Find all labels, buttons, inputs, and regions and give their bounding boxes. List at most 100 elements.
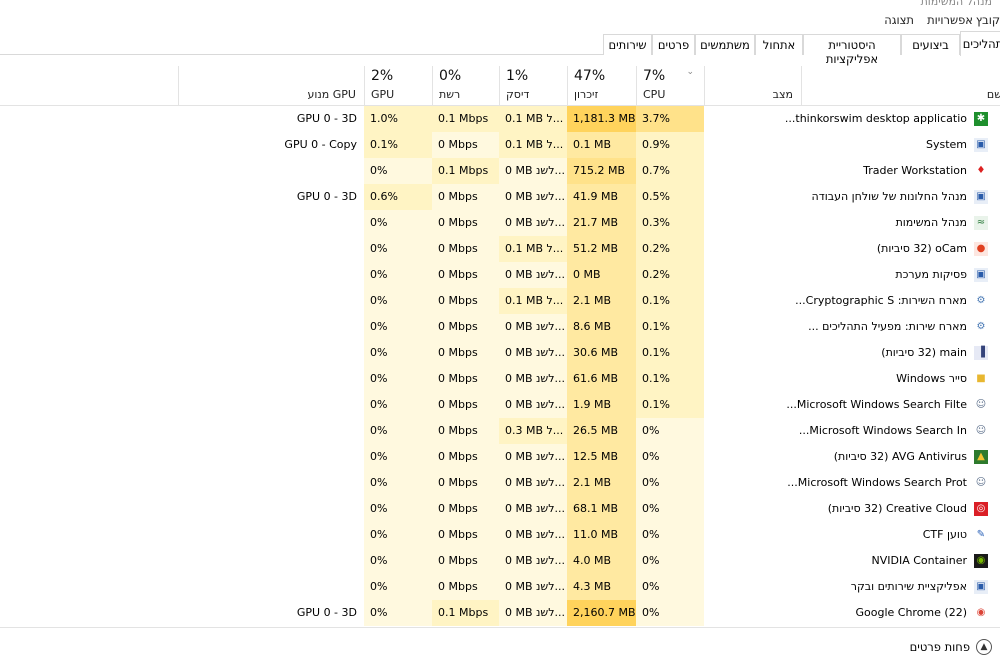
column-header-cpu[interactable]: ⌄ 7% CPU xyxy=(636,66,704,106)
column-header-gpu-engine-label: מנוע GPU xyxy=(307,88,356,101)
cpu-value: 0.7% xyxy=(636,158,704,184)
gpu-value: 0% xyxy=(364,496,432,522)
memory-value: 12.5 MB xyxy=(567,444,636,470)
process-name: טוען CTF xyxy=(922,528,967,541)
notepad-icon: ✎ xyxy=(976,529,986,540)
column-header-cpu-label: CPU xyxy=(643,88,666,101)
process-row[interactable]: main (32 סיביות) 0.1% 30.6 MB 0 MB לשנ... 0 … xyxy=(0,340,1000,366)
menu-options[interactable]: אפשרויות xyxy=(927,13,973,27)
disk-value: 0.1 MB ל... xyxy=(499,288,567,314)
disk-total-percent: 1% xyxy=(506,68,529,84)
column-header-name[interactable]: שם xyxy=(801,66,1000,106)
column-header-memory[interactable]: 47% זיכרון xyxy=(567,66,636,106)
process-row[interactable]: NVIDIA Container 0% 4.0 MB 0 MB לשנ... 0 Mbp… xyxy=(0,548,1000,574)
gpu-engine-value xyxy=(180,496,364,522)
column-header-network-label: רשת xyxy=(439,88,461,101)
tab-startup[interactable]: אתחול xyxy=(755,34,803,55)
process-row[interactable]: Google Chrome (22) 0% 2,160.7 MB 0 MB לשנ..… xyxy=(0,600,1000,626)
process-row[interactable]: אפליקציית שירותים ובקר 0% 4.3 MB 0 MB לשנ..… xyxy=(0,574,1000,600)
process-row[interactable]: AVG Antivirus (32 סיביות) 0% 12.5 MB 0 MB ל… xyxy=(0,444,1000,470)
process-name: Trader Workstation xyxy=(863,164,967,177)
tab-services[interactable]: שירותים xyxy=(603,34,652,55)
cpu-total-percent: 7% xyxy=(643,68,666,84)
memory-value: 4.0 MB xyxy=(567,548,636,574)
task-manager-icon: ≈ xyxy=(974,216,988,230)
column-header-gpu[interactable]: 2% GPU xyxy=(364,66,432,106)
gpu-value: 0% xyxy=(364,314,432,340)
network-total-percent: 0% xyxy=(439,68,462,84)
cpu-value: 0.1% xyxy=(636,366,704,392)
menu-view[interactable]: תצוגה xyxy=(884,13,914,27)
memory-value: 4.3 MB xyxy=(567,574,636,600)
gpu-value: 0% xyxy=(364,444,432,470)
gpu-value: 0% xyxy=(364,522,432,548)
gpu-engine-value: GPU 0 - 3D xyxy=(296,606,357,619)
process-row[interactable]: System 0.9% 0.1 MB 0.1 MB ל... 0 Mbps 0.1% GPU… xyxy=(0,132,1000,158)
disk-value: 0.3 MB ל... xyxy=(499,418,567,444)
cpu-value: 0% xyxy=(636,418,704,444)
tab-details[interactable]: פרטים xyxy=(652,34,695,55)
bars-icon: ▐ xyxy=(974,346,988,360)
column-header-status[interactable]: מצב xyxy=(704,66,801,106)
process-row[interactable]: מארח השירות: Cryptographic S... 0.1% 2.1 M… xyxy=(0,288,1000,314)
process-row[interactable]: מנהל החלונות של שולחן העבודה 0.5% 41.9 MB 0… xyxy=(0,184,1000,210)
cpu-value: 0% xyxy=(636,444,704,470)
process-name: פסיקות מערכת xyxy=(895,268,967,281)
tab-performance[interactable]: ביצועים xyxy=(901,34,960,55)
gpu-engine-value xyxy=(180,392,364,418)
process-name: מנהל החלונות של שולחן העבודה xyxy=(811,190,967,203)
network-value: 0 Mbps xyxy=(432,288,499,314)
window-icon: ▣ xyxy=(974,138,988,152)
process-row[interactable]: פסיקות מערכת 0.2% 0 MB 0 MB לשנ... 0 Mbps 0% ▣ xyxy=(0,262,1000,288)
gear-icon: ⚙ xyxy=(976,295,986,306)
gpu-value: 0.6% xyxy=(364,184,432,210)
gpu-value: 0% xyxy=(364,470,432,496)
network-value: 0.1 Mbps xyxy=(432,106,499,132)
process-row[interactable]: סייר Windows 0.1% 61.6 MB 0 MB לשנ... 0 Mbps… xyxy=(0,366,1000,392)
gpu-engine-value xyxy=(180,444,364,470)
search-user-icon: ☺ xyxy=(975,425,987,436)
tab-users[interactable]: משתמשים xyxy=(695,34,755,55)
gear-icon: ⚙ xyxy=(976,321,986,332)
chevron-up-icon: ▲ xyxy=(976,639,992,655)
window-icon: ▣ xyxy=(974,190,988,204)
column-header-gpu-engine[interactable]: מנוע GPU xyxy=(178,66,364,106)
fewer-details-button[interactable]: פחות פרטים ▲ xyxy=(910,638,992,656)
column-header-disk[interactable]: 1% דיסק xyxy=(499,66,567,106)
process-row[interactable]: Microsoft Windows Search Filte... 0.1% 1.9… xyxy=(0,392,1000,418)
process-row[interactable]: מנהל המשימות 0.3% 21.7 MB 0 MB לשנ... 0 Mbps… xyxy=(0,210,1000,236)
process-row[interactable]: Creative Cloud (32 סיביות) 0% 68.1 MB 0 MB … xyxy=(0,496,1000,522)
process-name: אפליקציית שירותים ובקר xyxy=(850,580,967,593)
process-row[interactable]: thinkorswim desktop applicatio... 3.7% 1,1… xyxy=(0,106,1000,132)
process-row[interactable]: Microsoft Windows Search Prot... 0% 2.1 MB… xyxy=(0,470,1000,496)
menu-file[interactable]: קובץ xyxy=(976,13,1000,27)
process-row[interactable]: Trader Workstation 0.7% 715.2 MB 0 MB לשנ..… xyxy=(0,158,1000,184)
disk-value: 0 MB לשנ... xyxy=(499,340,567,366)
cpu-value: 0% xyxy=(636,496,704,522)
disk-value: 0 MB לשנ... xyxy=(499,314,567,340)
cpu-value: 0% xyxy=(636,522,704,548)
tab-app-history[interactable]: היסטוריית אפליקציות xyxy=(803,34,901,66)
process-row[interactable]: Microsoft Windows Search In... 0% 26.5 MB 0… xyxy=(0,418,1000,444)
gpu-value: 0% xyxy=(364,288,432,314)
column-header-gpu-label: GPU xyxy=(371,88,395,101)
cpu-value: 0.1% xyxy=(636,288,704,314)
column-header-disk-label: דיסק xyxy=(506,88,530,101)
nvidia-icon: ◉ xyxy=(974,554,988,568)
gpu-engine-value xyxy=(180,288,364,314)
memory-value: 21.7 MB xyxy=(567,210,636,236)
gpu-engine-value: GPU 0 - 3D xyxy=(296,190,357,203)
gpu-value: 0% xyxy=(364,574,432,600)
gpu-value: 0% xyxy=(364,392,432,418)
memory-value: 68.1 MB xyxy=(567,496,636,522)
process-name: AVG Antivirus (32 סיביות) xyxy=(833,450,967,463)
window-icon: ▣ xyxy=(974,268,988,282)
process-row[interactable]: טוען CTF 0% 11.0 MB 0 MB לשנ... 0 Mbps 0% ✎ xyxy=(0,522,1000,548)
process-row[interactable]: מארח שירות: מפעיל התהליכים ... 0.1% 8.6 MB… xyxy=(0,314,1000,340)
column-header-network[interactable]: 0% רשת xyxy=(432,66,499,106)
cpu-value: 0% xyxy=(636,574,704,600)
process-row[interactable]: oCam (32 סיביות) 0.2% 51.2 MB 0.1 MB ל... 0 … xyxy=(0,236,1000,262)
gpu-engine-value xyxy=(180,522,364,548)
gpu-engine-value xyxy=(180,236,364,262)
tab-processes[interactable]: תהליכים xyxy=(960,31,1000,56)
